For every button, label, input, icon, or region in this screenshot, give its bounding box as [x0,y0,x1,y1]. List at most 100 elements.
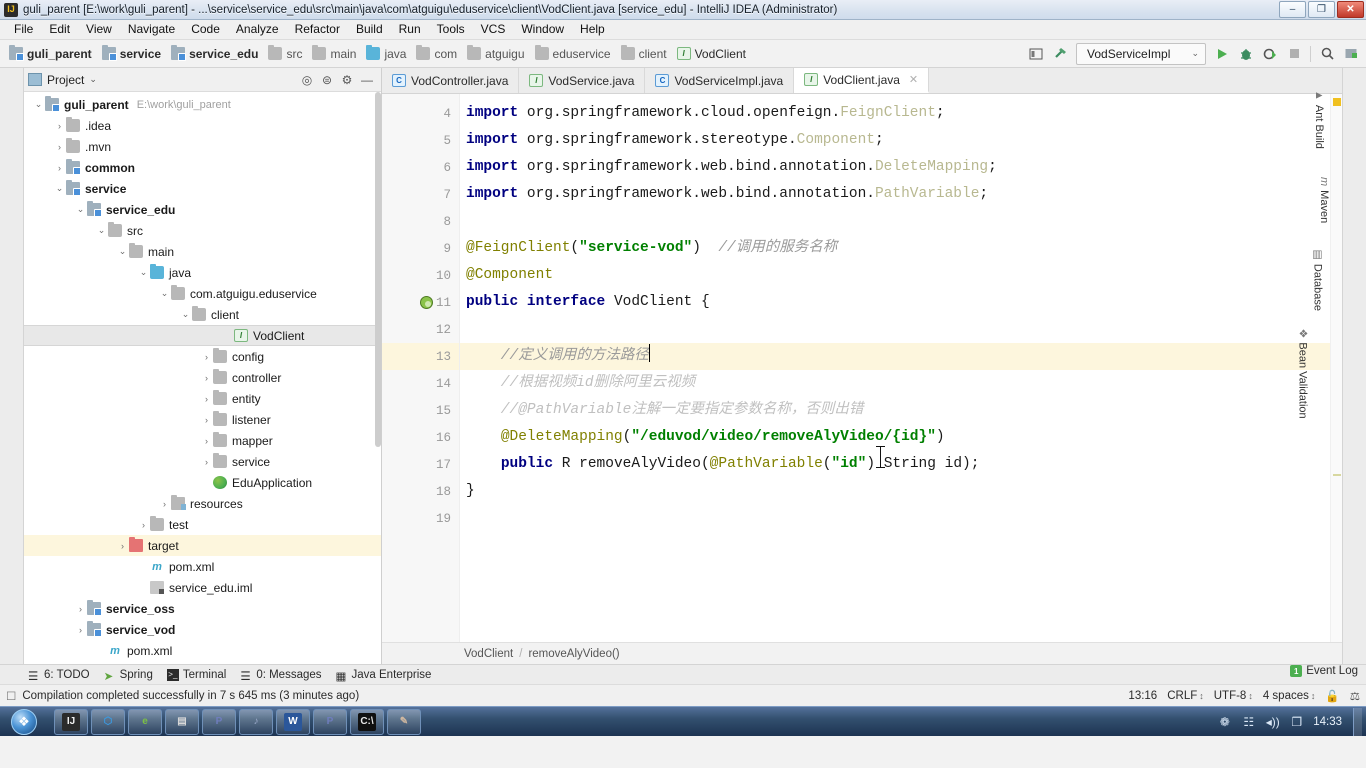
tray-network-icon[interactable]: ☷ [1241,714,1256,729]
tree-item-mapper[interactable]: › mapper [24,430,381,451]
code-line-12[interactable] [460,316,1330,343]
tree-item--idea[interactable]: › .idea [24,115,381,136]
encoding-selector[interactable]: UTF-8 ↕ [1214,690,1253,702]
tree-item-main[interactable]: ⌄ main [24,241,381,262]
tree-item-test[interactable]: › test [24,514,381,535]
tree-item-listener[interactable]: › listener [24,409,381,430]
close-button[interactable]: ✕ [1337,1,1364,18]
tree-expander[interactable]: ⌄ [137,267,150,278]
tree-expander[interactable]: ⌄ [179,309,192,320]
menu-window[interactable]: Window [513,20,572,39]
tree-expander[interactable]: › [53,121,66,131]
gutter-line-12[interactable]: 12 [382,316,459,343]
breadcrumb-com[interactable]: com [411,45,462,63]
gutter-line-4[interactable]: 4 [382,100,459,127]
hide-icon[interactable]: — [357,70,377,90]
code-line-9[interactable]: @FeignClient("service-vod") //调用的服务名称 [460,235,1330,262]
breadcrumb-class[interactable]: VodClient [464,648,513,660]
gutter-line-17[interactable]: 17 [382,451,459,478]
menu-refactor[interactable]: Refactor [287,20,348,39]
tab-vodserviceimpl[interactable]: C VodServiceImpl.java [645,68,795,93]
tree-expander[interactable]: › [74,625,87,635]
tree-expander[interactable]: ⌄ [32,99,45,110]
tree-expander[interactable]: ⌄ [95,225,108,236]
code-line-18[interactable]: } [460,478,1330,505]
code-line-16[interactable]: @DeleteMapping("/eduvod/video/removeAlyV… [460,424,1330,451]
code-line-13[interactable]: //定义调用的方法路径 [460,343,1330,370]
tree-item-service-edu-iml[interactable]: › service_edu.iml [24,577,381,598]
project-structure-icon[interactable] [1025,43,1047,65]
sidebar-item-ant-build[interactable]: ▲ Ant Build [1311,86,1327,158]
tree-item-pom-xml[interactable]: ›m pom.xml [24,640,381,661]
spring-bean-gutter-icon[interactable] [419,295,435,311]
build-hammer-icon[interactable] [1049,43,1071,65]
tree-item-controller[interactable]: › controller [24,367,381,388]
breadcrumb-method[interactable]: removeAlyVideo() [528,648,619,660]
gutter-line-18[interactable]: 18 [382,478,459,505]
tree-expander[interactable]: ⌄ [74,204,87,215]
run-configuration-selector[interactable]: VodServiceImpl ⌄ [1076,42,1206,65]
tray-app-icon[interactable]: ❁ [1217,714,1232,729]
tab-vodservice[interactable]: I VodService.java [519,68,646,93]
tree-item-common[interactable]: › common [24,157,381,178]
gutter-line-19[interactable]: 19 [382,505,459,532]
tree-item-vodclient[interactable]: ›I VodClient [24,325,381,346]
editor-gutter[interactable]: 4 5 6 7 8 9 10 11 12 13 14 15 16 17 18 19 [382,94,460,642]
gutter-line-9[interactable]: 9 [382,235,459,262]
menu-run[interactable]: Run [391,20,429,39]
code-line-8[interactable] [460,208,1330,235]
menu-build[interactable]: Build [348,20,391,39]
tree-expander[interactable]: › [74,604,87,614]
breadcrumb-guli-parent[interactable]: guli_parent [4,45,97,63]
tree-expander[interactable]: ⌄ [53,183,66,194]
breadcrumb-java[interactable]: java [361,45,411,63]
breadcrumb-src[interactable]: src [263,45,307,63]
tree-item-service-vod[interactable]: › service_vod [24,619,381,640]
tree-item-eduapplication[interactable]: › EduApplication [24,472,381,493]
tree-item-guli-parent[interactable]: ⌄ guli_parent E:\work\guli_parent [24,94,381,115]
code-line-11[interactable]: public interface VodClient { [460,289,1330,316]
gutter-line-8[interactable]: 8 [382,208,459,235]
run-icon[interactable] [1211,43,1233,65]
settings-gear-icon[interactable]: ⚙ [337,70,357,90]
tree-expander[interactable]: › [200,415,213,425]
gutter-line-5[interactable]: 5 [382,127,459,154]
tree-item-com-atguigu-eduservice[interactable]: ⌄ com.atguigu.eduservice [24,283,381,304]
event-log-button[interactable]: 1 Event Log [1290,665,1358,677]
breadcrumb-vodclient[interactable]: I VodClient [672,45,751,63]
bottom-tab-todo[interactable]: ☰ 6: TODO [28,669,90,683]
code-line-5[interactable]: import org.springframework.stereotype.Co… [460,127,1330,154]
taskbar-item-word[interactable]: W [276,708,310,735]
tab-vodcontroller[interactable]: C VodController.java [382,68,520,93]
scrollbar-thumb[interactable] [375,92,381,447]
tree-expander[interactable]: › [200,436,213,446]
menu-vcs[interactable]: VCS [473,20,514,39]
menu-edit[interactable]: Edit [41,20,78,39]
bottom-tab-terminal[interactable]: >_ Terminal [166,668,226,681]
breadcrumb-main[interactable]: main [307,45,361,63]
tab-vodclient[interactable]: I VodClient.java ✕ [794,68,930,93]
breadcrumb-eduservice[interactable]: eduservice [530,45,616,63]
collapse-all-icon[interactable]: ⊜ [317,70,337,90]
lock-icon[interactable]: 🔓 [1325,689,1339,703]
tree-expander[interactable]: ⌄ [116,246,129,257]
minimize-button[interactable]: – [1279,1,1306,18]
tree-expander[interactable]: › [53,142,66,152]
tree-expander[interactable]: › [137,583,150,593]
tree-expander[interactable]: › [137,562,150,572]
tree-expander[interactable]: › [200,478,213,488]
gutter-line-15[interactable]: 15 [382,397,459,424]
gutter-line-7[interactable]: 7 [382,181,459,208]
code-text-area[interactable]: import org.springframework.cloud.openfei… [460,94,1330,642]
menu-analyze[interactable]: Analyze [228,20,287,39]
locate-icon[interactable]: ◎ [297,70,317,90]
search-everywhere-icon[interactable] [1316,43,1338,65]
project-tree[interactable]: ⌄ guli_parent E:\work\guli_parent › .idea › .m… [24,92,381,664]
breadcrumb-client[interactable]: client [616,45,672,63]
menu-tools[interactable]: Tools [429,20,473,39]
tree-item-service[interactable]: ⌄ service [24,178,381,199]
breadcrumb-service-edu[interactable]: service_edu [166,45,263,63]
code-line-14[interactable]: //根据视频id删除阿里云视频 [460,370,1330,397]
sidebar-item-database[interactable]: ▤ Database [1309,246,1326,320]
tree-item-entity[interactable]: › entity [24,388,381,409]
